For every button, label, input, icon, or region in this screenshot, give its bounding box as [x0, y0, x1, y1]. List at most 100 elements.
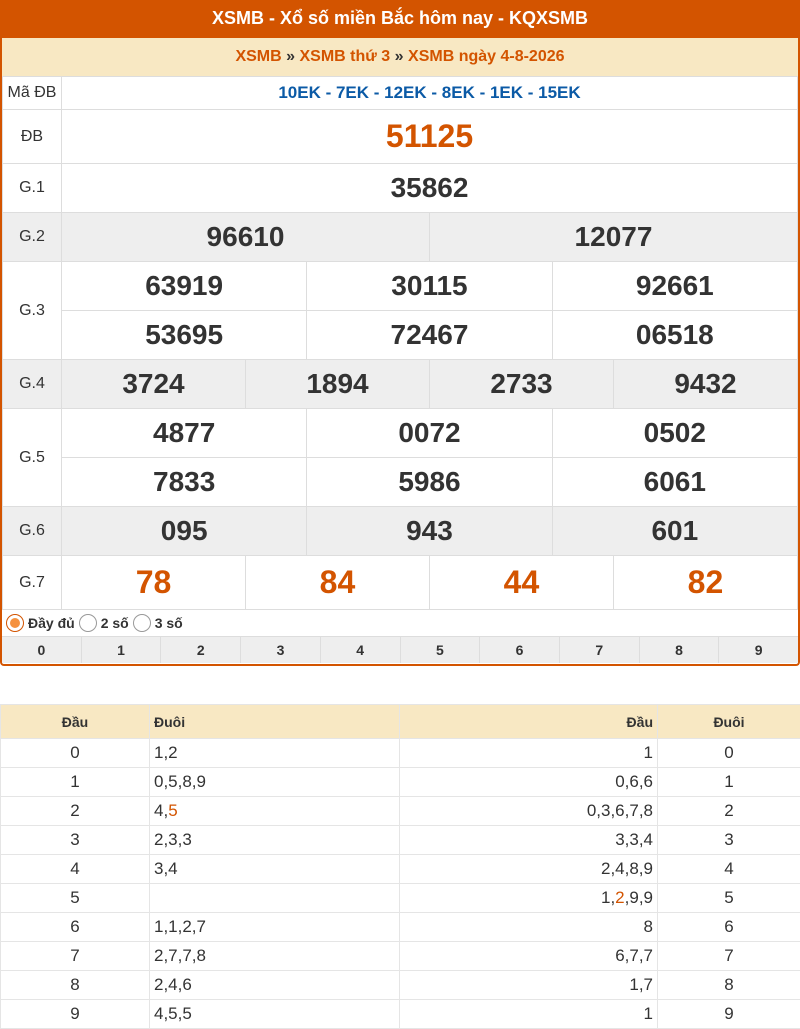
loto-heads-part: 1,	[601, 888, 615, 907]
loto-tail-digit: 9	[658, 1000, 800, 1029]
breadcrumb-link-date[interactable]: XSMB ngày 4-8-2026	[408, 48, 565, 65]
g5-value: 0502	[552, 409, 797, 458]
loto-row: 5 1,2,9,9 5	[1, 884, 800, 913]
loto-heads-of: 6,7,7	[400, 942, 658, 971]
option-full-label: Đầy đủ	[28, 615, 75, 631]
breadcrumb-separator: »	[286, 48, 295, 65]
g5-value: 5986	[307, 458, 552, 507]
digit-filter-7[interactable]: 7	[560, 637, 640, 663]
loto-header-row: Đầu Đuôi Đầu Đuôi	[1, 705, 800, 739]
loto-tail-digit: 3	[658, 826, 800, 855]
g7-value: 44	[429, 556, 613, 610]
g6-value: 601	[552, 507, 797, 556]
digit-filter-3[interactable]: 3	[241, 637, 321, 663]
digit-filter-1[interactable]: 1	[82, 637, 162, 663]
row-g3: 53695 72467 06518	[3, 311, 798, 360]
loto-tail-digit: 7	[658, 942, 800, 971]
digit-filter-9[interactable]: 9	[719, 637, 798, 663]
loto-heads-of: 3,3,4	[400, 826, 658, 855]
breadcrumb: XSMB » XSMB thứ 3 » XSMB ngày 4-8-2026	[2, 38, 798, 76]
loto-tails	[150, 884, 400, 913]
radio-full-selected[interactable]	[6, 614, 24, 632]
loto-tails: 2,3,3	[150, 826, 400, 855]
madb-value: 10EK - 7EK - 12EK - 8EK - 1EK - 15EK	[62, 77, 798, 110]
loto-head-digit: 1	[1, 768, 150, 797]
digit-filter-4[interactable]: 4	[321, 637, 401, 663]
g4-value: 3724	[62, 360, 246, 409]
loto-tails: 4,5	[150, 797, 400, 826]
row-g5: 7833 5986 6061	[3, 458, 798, 507]
madb-label: Mã ĐB	[3, 77, 62, 110]
loto-tails: 0,5,8,9	[150, 768, 400, 797]
digit-filter-0[interactable]: 0	[2, 637, 82, 663]
g3-value: 30115	[307, 262, 552, 311]
row-db: ĐB 51125	[3, 110, 798, 164]
row-g7: G.7 78 84 44 82	[3, 556, 798, 610]
g7-value: 84	[245, 556, 429, 610]
g3-value: 72467	[307, 311, 552, 360]
g2-value: 96610	[62, 213, 430, 262]
digit-filter-6[interactable]: 6	[480, 637, 560, 663]
loto-row: 1 0,5,8,9 0,6,6 1	[1, 768, 800, 797]
results-panel: XSMB - Xổ số miền Bắc hôm nay - KQXSMB X…	[0, 0, 800, 666]
g6-value: 095	[62, 507, 307, 556]
loto-heads-of: 0,6,6	[400, 768, 658, 797]
loto-tails: 2,4,6	[150, 971, 400, 1000]
loto-heads-of: 8	[400, 913, 658, 942]
loto-row: 2 4,5 0,3,6,7,8 2	[1, 797, 800, 826]
loto-head-digit: 3	[1, 826, 150, 855]
loto-heads-of: 2,4,8,9	[400, 855, 658, 884]
g7-value: 78	[62, 556, 246, 610]
radio-two-digits[interactable]	[79, 614, 97, 632]
breadcrumb-link-weekday[interactable]: XSMB thứ 3	[300, 48, 391, 65]
g1-label: G.1	[3, 164, 62, 213]
g3-value: 06518	[552, 311, 797, 360]
g4-value: 1894	[245, 360, 429, 409]
loto-header-dau: Đầu	[400, 705, 658, 739]
loto-tails-part: 4,	[154, 801, 168, 820]
digit-filter-8[interactable]: 8	[640, 637, 720, 663]
loto-head-digit: 2	[1, 797, 150, 826]
loto-row: 8 2,4,6 1,7 8	[1, 971, 800, 1000]
db-value: 51125	[62, 110, 798, 164]
g5-value: 7833	[62, 458, 307, 507]
loto-tails: 1,2	[150, 739, 400, 768]
loto-tail-digit: 2	[658, 797, 800, 826]
row-madb: Mã ĐB 10EK - 7EK - 12EK - 8EK - 1EK - 15…	[3, 77, 798, 110]
page-title: XSMB - Xổ số miền Bắc hôm nay - KQXSMB	[2, 0, 798, 38]
loto-heads-part: ,9,9	[625, 888, 653, 907]
option-full[interactable]: Đầy đủ	[6, 614, 75, 632]
g3-label: G.3	[3, 262, 62, 360]
option-three-digits[interactable]: 3 số	[133, 614, 183, 632]
loto-head-digit: 5	[1, 884, 150, 913]
option-two-digits[interactable]: 2 số	[79, 614, 129, 632]
loto-header-dau: Đầu	[1, 705, 150, 739]
digit-filter-5[interactable]: 5	[401, 637, 481, 663]
loto-head-digit: 7	[1, 942, 150, 971]
loto-head-digit: 9	[1, 1000, 150, 1029]
breadcrumb-separator: »	[395, 48, 404, 65]
loto-tail-digit: 0	[658, 739, 800, 768]
g3-value: 63919	[62, 262, 307, 311]
breadcrumb-link-xsmb[interactable]: XSMB	[235, 48, 281, 65]
loto-head-digit: 4	[1, 855, 150, 884]
loto-tails: 3,4	[150, 855, 400, 884]
g6-value: 943	[307, 507, 552, 556]
display-options: Đầy đủ 2 số 3 số	[2, 610, 798, 637]
g7-label: G.7	[3, 556, 62, 610]
g4-label: G.4	[3, 360, 62, 409]
radio-three-digits[interactable]	[133, 614, 151, 632]
loto-row: 0 1,2 1 0	[1, 739, 800, 768]
g2-value: 12077	[429, 213, 797, 262]
option-two-label: 2 số	[101, 615, 129, 631]
option-three-label: 3 số	[155, 615, 183, 631]
g5-value: 6061	[552, 458, 797, 507]
loto-tails: 4,5,5	[150, 1000, 400, 1029]
loto-heads-of: 1	[400, 739, 658, 768]
digit-filter-bar: 0 1 2 3 4 5 6 7 8 9	[2, 637, 798, 663]
db-label: ĐB	[3, 110, 62, 164]
loto-tails: 2,7,7,8	[150, 942, 400, 971]
digit-filter-2[interactable]: 2	[161, 637, 241, 663]
loto-head-digit: 8	[1, 971, 150, 1000]
g5-value: 0072	[307, 409, 552, 458]
